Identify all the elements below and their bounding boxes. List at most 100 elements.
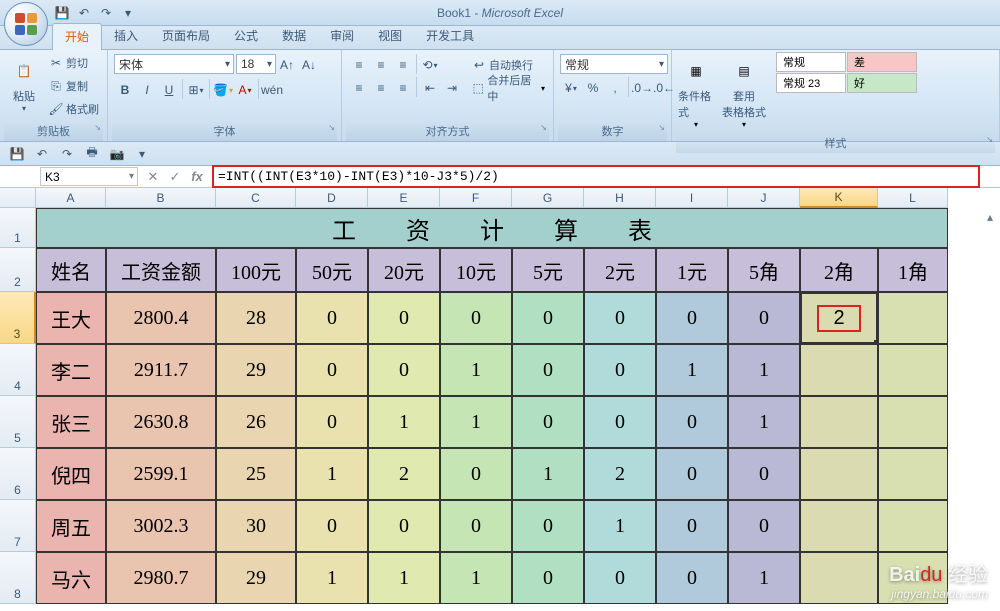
table-cell[interactable] [878,448,948,500]
table-cell[interactable] [878,552,948,604]
table-cell[interactable]: 26 [216,396,296,448]
table-cell[interactable]: 0 [584,292,656,344]
shrink-font-button[interactable]: A↓ [298,54,320,76]
table-header[interactable]: 10元 [440,248,512,292]
undo-icon[interactable]: ↶ [74,3,94,23]
table-cell[interactable]: 29 [216,344,296,396]
table-cell[interactable]: 0 [440,448,512,500]
tab-0[interactable]: 开始 [52,23,102,50]
font-color-button[interactable]: A [234,79,256,101]
cancel-formula-icon[interactable]: ✕ [142,169,164,185]
tab-4[interactable]: 数据 [270,23,318,49]
table-cell[interactable]: 0 [512,292,584,344]
table-cell[interactable]: 1 [440,552,512,604]
table-cell[interactable]: 0 [368,500,440,552]
table-cell[interactable]: 1 [728,552,800,604]
table-cell[interactable]: 0 [512,396,584,448]
table-cell[interactable]: 0 [584,396,656,448]
table-cell[interactable]: 李二 [36,344,106,396]
decrease-indent-button[interactable]: ⇤ [419,77,441,99]
table-cell[interactable]: 2800.4 [106,292,216,344]
percent-button[interactable]: % [582,77,604,99]
print-icon[interactable]: 🖶 [81,144,103,164]
table-cell[interactable]: 0 [512,500,584,552]
redo-icon[interactable]: ↷ [56,144,78,164]
save-icon[interactable]: 💾 [6,144,28,164]
align-left-button[interactable]: ≡ [348,77,370,99]
orientation-button[interactable]: ⟲ [419,54,441,76]
table-cell[interactable]: 1 [368,552,440,604]
col-header-K[interactable]: K [800,188,878,208]
tab-6[interactable]: 视图 [366,23,414,49]
table-cell[interactable] [878,344,948,396]
table-cell[interactable]: 1 [728,344,800,396]
align-bottom-button[interactable]: ≡ [392,54,414,76]
table-header[interactable]: 50元 [296,248,368,292]
col-header-A[interactable]: A [36,188,106,208]
col-header-E[interactable]: E [368,188,440,208]
table-cell[interactable] [800,396,878,448]
tab-7[interactable]: 开发工具 [414,23,486,49]
table-header[interactable]: 5元 [512,248,584,292]
office-button[interactable] [4,2,48,46]
increase-decimal-button[interactable]: .0→ [631,77,653,99]
table-cell[interactable]: 0 [296,500,368,552]
copy-button[interactable]: ⎘复制 [46,75,101,97]
table-cell[interactable]: 王大 [36,292,106,344]
tab-2[interactable]: 页面布局 [150,23,222,49]
table-cell[interactable] [800,448,878,500]
table-cell[interactable]: 1 [296,448,368,500]
table-cell[interactable]: 2980.7 [106,552,216,604]
table-cell[interactable]: 2 [800,292,878,344]
table-header[interactable]: 2角 [800,248,878,292]
style-good[interactable]: 好 [847,73,917,93]
table-title[interactable]: 工 资 计 算 表 [36,208,948,248]
comma-button[interactable]: , [604,77,626,99]
border-button[interactable]: ⊞ [185,79,207,101]
table-cell[interactable]: 1 [296,552,368,604]
row-header-8[interactable]: 8 [0,552,36,604]
italic-button[interactable]: I [136,79,158,101]
qat-customize-icon[interactable]: ▾ [131,144,153,164]
table-cell[interactable]: 0 [728,448,800,500]
table-cell[interactable] [878,292,948,344]
table-cell[interactable]: 2911.7 [106,344,216,396]
name-box[interactable]: K3 [40,167,138,186]
select-all-corner[interactable] [0,188,36,208]
table-cell[interactable]: 30 [216,500,296,552]
table-cell[interactable] [878,500,948,552]
row-header-4[interactable]: 4 [0,344,36,396]
table-cell[interactable]: 0 [296,344,368,396]
table-cell[interactable]: 1 [512,448,584,500]
table-cell[interactable]: 马六 [36,552,106,604]
col-header-J[interactable]: J [728,188,800,208]
table-header[interactable]: 20元 [368,248,440,292]
undo-icon[interactable]: ↶ [31,144,53,164]
row-header-3[interactable]: 3 [0,292,36,344]
accept-formula-icon[interactable]: ✓ [164,169,186,185]
table-cell[interactable]: 1 [368,396,440,448]
row-header-2[interactable]: 2 [0,248,36,292]
font-size-combo[interactable]: 18 [236,54,276,74]
col-header-C[interactable]: C [216,188,296,208]
table-cell[interactable]: 倪四 [36,448,106,500]
number-format-combo[interactable]: 常规 [560,54,668,74]
table-cell[interactable]: 0 [296,396,368,448]
row-header-7[interactable]: 7 [0,500,36,552]
cell-styles-gallery[interactable]: 常规 差 常规 23 好 [776,52,917,93]
bold-button[interactable]: B [114,79,136,101]
formula-input[interactable]: =INT((INT(E3*10)-INT(E3)*10-J3*5)/2) [212,165,980,188]
table-header[interactable]: 2元 [584,248,656,292]
currency-button[interactable]: ¥ [560,77,582,99]
row-header-6[interactable]: 6 [0,448,36,500]
table-cell[interactable] [800,344,878,396]
table-cell[interactable]: 0 [512,552,584,604]
camera-icon[interactable]: 📷 [106,144,128,164]
table-cell[interactable]: 0 [584,344,656,396]
table-cell[interactable]: 1 [656,344,728,396]
underline-button[interactable]: U [158,79,180,101]
style-normal[interactable]: 常规 [776,52,846,72]
table-cell[interactable]: 2599.1 [106,448,216,500]
table-cell[interactable]: 25 [216,448,296,500]
table-cell[interactable]: 28 [216,292,296,344]
